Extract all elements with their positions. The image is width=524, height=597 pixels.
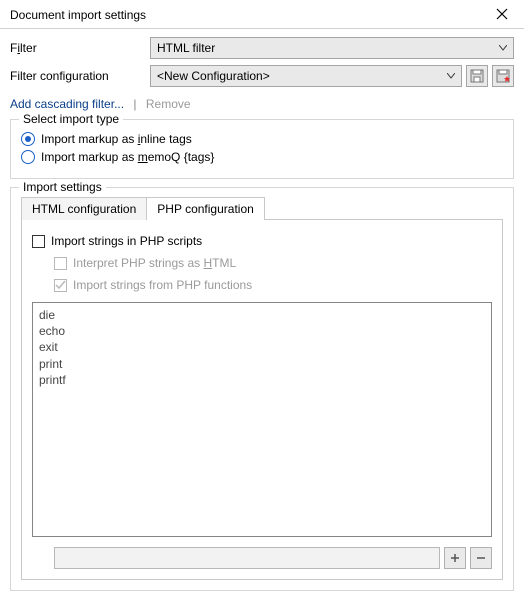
chevron-down-icon [499, 43, 507, 54]
minus-icon [475, 552, 487, 564]
filter-label: Filter [10, 41, 150, 55]
filter-config-row: Filter configuration <New Configuration> [10, 65, 514, 87]
list-item[interactable]: die [39, 307, 485, 323]
disk-star-icon [496, 69, 510, 83]
radio-memoq-tags[interactable]: Import markup as memoQ {tags} [21, 150, 503, 164]
radio-inline-tags-label: Import markup as inline tags [41, 132, 192, 146]
select-import-type-group: Select import type Import markup as inli… [10, 119, 514, 179]
import-php-strings-checkbox[interactable]: Import strings in PHP scripts [32, 234, 492, 248]
list-item[interactable]: print [39, 356, 485, 372]
save-config-button[interactable] [466, 65, 488, 87]
close-icon[interactable] [490, 6, 514, 24]
checkbox-icon [54, 279, 67, 292]
new-config-button[interactable] [492, 65, 514, 87]
php-functions-listbox[interactable]: die echo exit print printf [32, 302, 492, 537]
checkbox-icon [54, 257, 67, 270]
document-import-settings-dialog: Document import settings Filter HTML fil… [0, 0, 524, 597]
add-function-button[interactable] [444, 547, 466, 569]
list-item[interactable]: echo [39, 323, 485, 339]
add-cascading-filter-link[interactable]: Add cascading filter... [10, 97, 124, 111]
filter-config-label: Filter configuration [10, 69, 150, 83]
list-item[interactable]: printf [39, 372, 485, 388]
import-settings-legend: Import settings [19, 180, 106, 194]
cascading-filter-linkbar: Add cascading filter... | Remove [10, 97, 514, 111]
settings-tabs: HTML configuration PHP configuration [21, 196, 503, 219]
php-function-input[interactable] [54, 547, 440, 569]
filter-value: HTML filter [157, 41, 215, 55]
dialog-title: Document import settings [10, 8, 146, 22]
filter-row: Filter HTML filter [10, 37, 514, 59]
filter-config-combobox[interactable]: <New Configuration> [150, 65, 462, 87]
titlebar: Document import settings [0, 0, 524, 29]
import-settings-group: Import settings HTML configuration PHP c… [10, 187, 514, 591]
disk-icon [470, 69, 484, 83]
interpret-php-html-checkbox: Interpret PHP strings as HTML [54, 256, 492, 270]
separator: | [133, 97, 136, 111]
import-php-functions-checkbox: Import strings from PHP functions [54, 278, 492, 292]
plus-icon [449, 552, 461, 564]
list-item[interactable]: exit [39, 339, 485, 355]
filter-config-value: <New Configuration> [157, 69, 270, 83]
select-import-type-legend: Select import type [19, 112, 123, 126]
remove-filter-link: Remove [146, 97, 191, 111]
php-function-add-row [54, 547, 492, 569]
import-php-strings-label: Import strings in PHP scripts [51, 234, 202, 248]
interpret-php-html-label: Interpret PHP strings as HTML [73, 256, 236, 270]
radio-memoq-tags-label: Import markup as memoQ {tags} [41, 150, 214, 164]
chevron-down-icon [447, 71, 455, 82]
remove-function-button[interactable] [470, 547, 492, 569]
tab-php-configuration[interactable]: PHP configuration [146, 197, 265, 220]
radio-icon [21, 150, 35, 164]
checkbox-icon [32, 235, 45, 248]
php-tab-panel: Import strings in PHP scripts Interpret … [21, 219, 503, 580]
radio-inline-tags[interactable]: Import markup as inline tags [21, 132, 503, 146]
radio-icon [21, 132, 35, 146]
filter-combobox[interactable]: HTML filter [150, 37, 514, 59]
tab-html-configuration[interactable]: HTML configuration [21, 197, 147, 220]
import-php-functions-label: Import strings from PHP functions [73, 278, 252, 292]
